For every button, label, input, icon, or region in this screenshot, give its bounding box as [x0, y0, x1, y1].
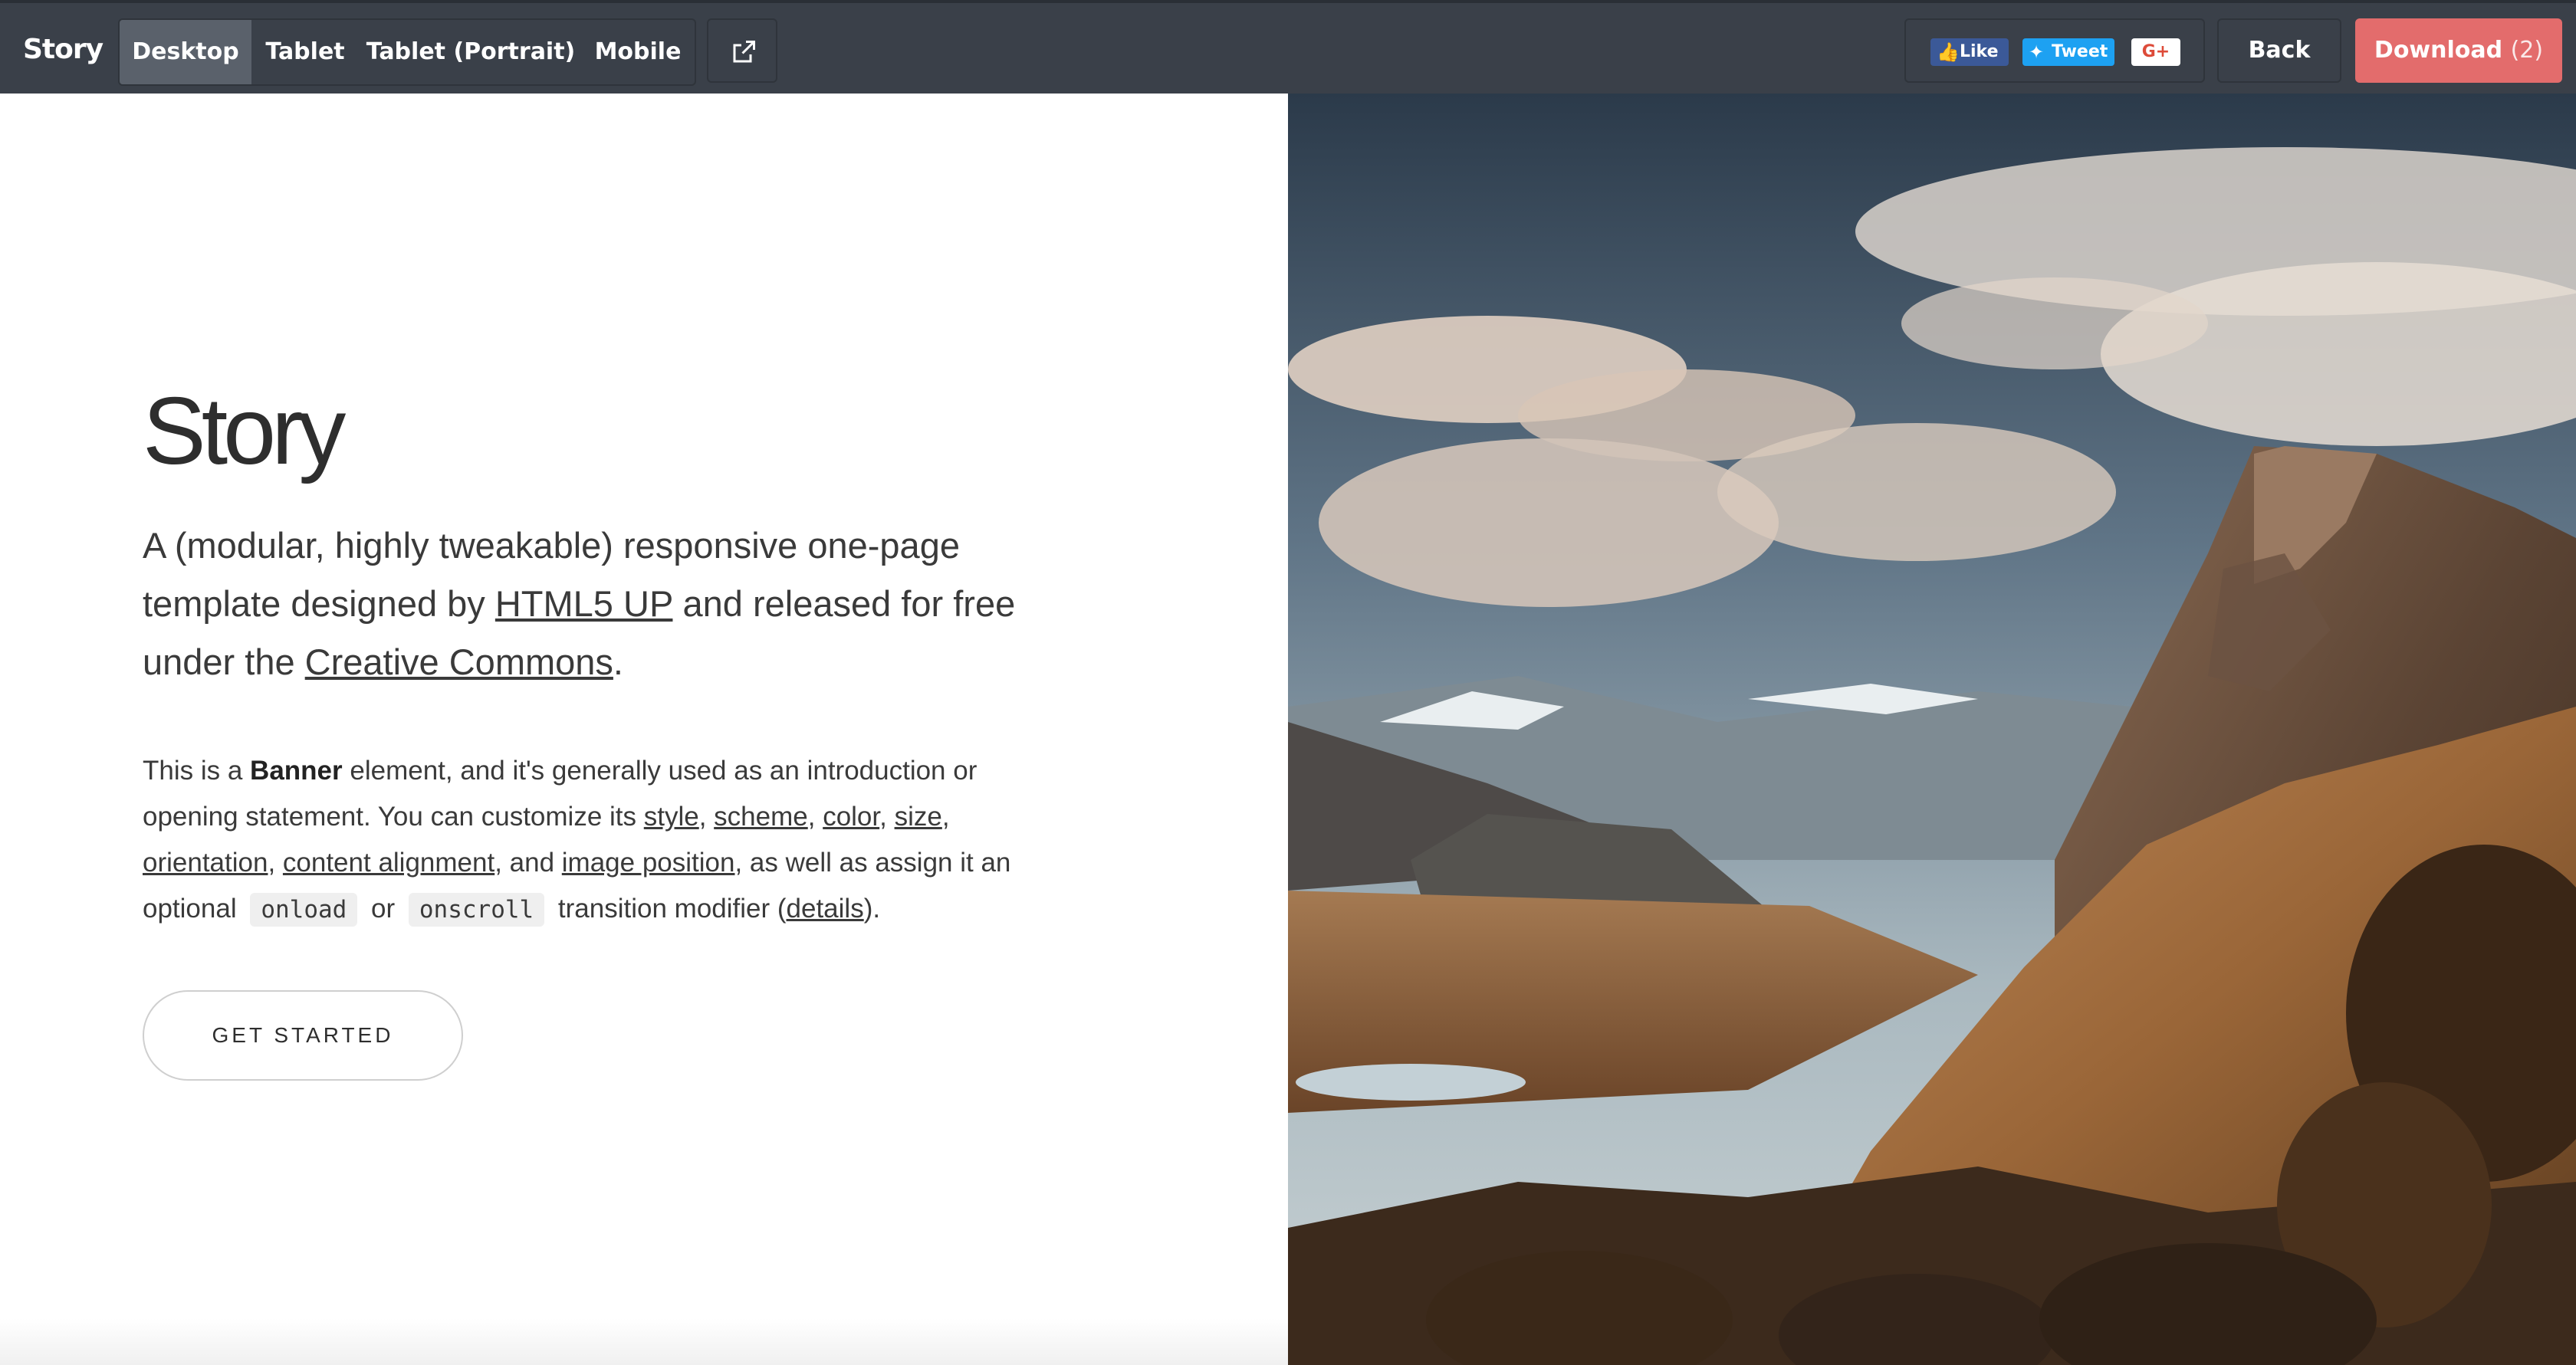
tab-desktop[interactable]: Desktop — [120, 20, 251, 84]
creative-commons-link[interactable]: Creative Commons — [305, 641, 613, 682]
download-count: (2) — [2510, 37, 2544, 64]
back-button[interactable]: Back — [2217, 18, 2341, 83]
social-share-group: 👍 Like ✦ Tweet G+ — [1904, 18, 2205, 83]
open-external-button[interactable] — [707, 18, 777, 83]
style-link[interactable]: style — [644, 802, 699, 832]
banner-content — [0, 94, 1288, 1365]
body-text: , — [807, 802, 823, 832]
banner-title: Story — [143, 379, 346, 484]
external-link-icon — [733, 41, 755, 63]
image-position-link[interactable]: image position — [562, 848, 735, 878]
top-bar: Story Desktop Tablet Tablet (Portrait) M… — [0, 0, 2576, 94]
html5up-link[interactable]: HTML5 UP — [495, 583, 673, 624]
scheme-link[interactable]: scheme — [714, 802, 808, 832]
content-alignment-link[interactable]: content alignment — [283, 848, 495, 878]
brand-title[interactable]: Story — [23, 34, 104, 65]
facebook-like-button[interactable]: 👍 Like — [1930, 38, 2009, 66]
lead-text: . — [613, 641, 623, 682]
tab-tablet-portrait[interactable]: Tablet (Portrait) — [359, 20, 583, 84]
thumbs-up-icon: 👍 — [1937, 41, 1960, 63]
view-mode-group: Desktop Tablet Tablet (Portrait) Mobile — [118, 18, 696, 86]
details-link[interactable]: details — [787, 894, 864, 924]
download-label: Download — [2374, 37, 2503, 64]
body-text: This is a — [143, 756, 251, 786]
download-button[interactable]: Download (2) — [2355, 18, 2562, 83]
twitter-tweet-button[interactable]: ✦ Tweet — [2022, 38, 2114, 66]
tab-tablet[interactable]: Tablet — [251, 20, 359, 84]
banner-description: This is a Banner element, and it's gener… — [143, 748, 1078, 933]
banner-keyword: Banner — [250, 756, 343, 786]
body-text: , — [698, 802, 715, 832]
body-text: , — [941, 802, 950, 832]
mountain-landscape-image — [1288, 94, 2576, 1365]
body-text: transition modifier ( — [550, 894, 787, 924]
onload-code: onload — [250, 893, 358, 927]
color-link[interactable]: color — [823, 802, 879, 832]
body-text: , — [268, 848, 283, 878]
size-link[interactable]: size — [895, 802, 942, 832]
tab-mobile[interactable]: Mobile — [583, 20, 693, 84]
get-started-button[interactable]: GET STARTED — [143, 990, 463, 1081]
orientation-link[interactable]: orientation — [143, 848, 268, 878]
body-text: , — [879, 802, 895, 832]
google-plus-button[interactable]: G+ — [2131, 38, 2180, 66]
bottom-fade — [0, 1318, 1288, 1365]
twitter-bird-icon: ✦ — [2029, 41, 2045, 63]
banner-lead: A (modular, highly tweakable) responsive… — [143, 517, 1078, 691]
body-text: ). — [863, 894, 881, 924]
banner-image — [1288, 94, 2576, 1365]
onscroll-code: onscroll — [408, 893, 545, 927]
body-text: , and — [495, 848, 562, 878]
body-text: or — [363, 894, 402, 924]
